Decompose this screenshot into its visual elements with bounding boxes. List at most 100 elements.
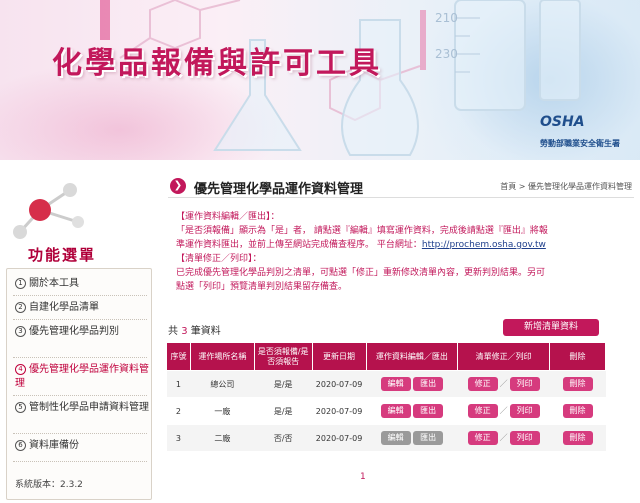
edit-button[interactable]: 編輯: [380, 377, 411, 391]
sidebar: 功能選單 1 關於本工具 2 自建化學品清單 3 優先管理化學品判別 4 優先管理化學品…: [0, 170, 158, 503]
export-button-disabled: 匯出: [413, 431, 444, 445]
print-button[interactable]: 列印: [509, 377, 540, 391]
menu-item-operation-data[interactable]: 4 優先管理化學品運作資料管理: [15, 363, 149, 391]
cell-site: 二廠: [190, 424, 255, 452]
instruction-text: 點選「列印」預覽清單判別結果留存備查。: [176, 282, 348, 292]
column-header: 刪除: [549, 342, 606, 371]
fix-button[interactable]: 修正: [467, 404, 498, 418]
cell-edit-export: 編輯 匯出: [366, 370, 458, 398]
edit-button[interactable]: 編輯: [380, 404, 411, 418]
version-label: 系統版本：2.3.2: [15, 480, 83, 490]
cell-delete: 刪除: [549, 397, 606, 425]
separator: ／: [499, 433, 508, 442]
menu-item-priority-identification[interactable]: 3 優先管理化學品判別: [15, 325, 149, 339]
print-button[interactable]: 列印: [509, 404, 540, 418]
menu-item-about[interactable]: 1 關於本工具: [15, 277, 149, 291]
delete-button[interactable]: 刪除: [562, 404, 593, 418]
count-value: 3: [181, 326, 188, 337]
fix-button[interactable]: 修正: [467, 431, 498, 445]
platform-link[interactable]: http://prochem.osha.gov.tw: [422, 240, 546, 250]
menu-title: 功能選單: [28, 246, 97, 264]
cell-site: 總公司: [190, 370, 255, 398]
cell-delete: 刪除: [549, 424, 606, 452]
table-row: 3 二廠 否/否 2020-07-09 編輯 匯出 修正／列印 刪除: [166, 424, 606, 452]
data-table: 序號 運作場所名稱 是否須報備/是否須報告 更新日期 運作資料編輯／匯出 清單修…: [166, 342, 606, 452]
menu-number-badge: 6: [15, 440, 26, 451]
count-suffix: 筆資料: [190, 326, 221, 337]
cell-fix-print: 修正／列印: [457, 397, 550, 425]
page-title: 優先管理化學品運作資料管理: [194, 182, 364, 197]
menu-panel: 1 關於本工具 2 自建化學品清單 3 優先管理化學品判別 4 優先管理化學品運作資料管…: [6, 268, 152, 500]
menu-item-label: 資料庫備份: [29, 440, 79, 451]
instruction-heading-fix: 【清單修正／列印】：: [176, 254, 262, 264]
cell-date: 2020-07-09: [312, 424, 366, 452]
instruction-text: 已完成優先管理化學品判別之清單，可點選「修正」重新修改清單內容，更新判別結果。另…: [176, 268, 546, 278]
cell-date: 2020-07-09: [312, 397, 366, 425]
table-header-row: 序號 運作場所名稱 是否須報備/是否須報告 更新日期 運作資料編輯／匯出 清單修…: [166, 342, 606, 371]
menu-item-backup[interactable]: 6 資料庫備份: [15, 439, 149, 453]
column-header: 更新日期: [311, 342, 367, 371]
cell-flag: 是/是: [254, 370, 313, 398]
cell-edit-export: 編輯 匯出: [366, 424, 458, 452]
app-title: 化學品報備與許可工具: [52, 46, 382, 81]
menu-divider: [13, 319, 147, 320]
menu-divider: [13, 461, 147, 462]
menu-item-label: 優先管理化學品判別: [29, 326, 119, 337]
molecule-icon: [13, 183, 84, 239]
table-row: 1 總公司 是/是 2020-07-09 編輯 匯出 修正／列印 刪除: [166, 370, 606, 398]
table-row: 2 一廠 是/是 2020-07-09 編輯 匯出 修正／列印 刪除: [166, 397, 606, 425]
cell-flag: 是/是: [254, 397, 313, 425]
menu-item-label: 關於本工具: [29, 278, 79, 289]
menu-item-label: 管制性化學品申請資料管理: [29, 402, 149, 413]
menu-item-label: 優先管理化學品運作資料管理: [15, 364, 149, 389]
fix-button[interactable]: 修正: [467, 377, 498, 391]
column-header: 是否須報備/是否須報告: [253, 342, 313, 371]
count-prefix: 共: [168, 326, 178, 337]
column-header: 序號: [166, 342, 191, 371]
export-button[interactable]: 匯出: [413, 377, 444, 391]
column-header: 清單修正／列印: [457, 342, 551, 371]
agency-name: 勞動部職業安全衛生署: [540, 139, 620, 148]
edit-button-disabled: 編輯: [380, 431, 411, 445]
column-header: 運作資料編輯／匯出: [365, 342, 459, 371]
osha-logo[interactable]: OSHA 勞動部職業安全衛生署: [510, 110, 620, 160]
osha-logo-mark: OSHA: [540, 114, 585, 130]
menu-number-badge: 5: [15, 402, 26, 413]
instruction-text: 準運作資料匯出，並前上傳至網站完成備查程序。 平台網址：http://proch…: [176, 238, 634, 252]
cell-delete: 刪除: [549, 370, 606, 398]
separator: ／: [499, 379, 508, 388]
cell-fix-print: 修正／列印: [457, 424, 550, 452]
menu-divider: [13, 433, 147, 434]
menu-number-badge: 3: [15, 326, 26, 337]
separator: ／: [499, 406, 508, 415]
column-header: 運作場所名稱: [189, 342, 255, 371]
cell-date: 2020-07-09: [312, 370, 366, 398]
instruction-text: 「是否須報備」顯示為「是」者， 請點選『編輯』填寫運作資料，完成後請點選『匯出』…: [176, 226, 548, 236]
cell-edit-export: 編輯 匯出: [366, 397, 458, 425]
add-list-button[interactable]: 新增清單資料: [503, 319, 599, 336]
page-header: ❯ 優先管理化學品運作資料管理 首頁 > 優先管理化學品運作資料管理: [168, 176, 634, 198]
instruction-heading-edit: 【運作資料編輯／匯出】：: [176, 212, 280, 222]
instruction-text: 準運作資料匯出，並前上傳至網站完成備查程序。 平台網址：: [176, 240, 422, 250]
cell-fix-print: 修正／列印: [457, 370, 550, 398]
menu-item-label: 自建化學品清單: [29, 302, 99, 313]
menu-divider: [13, 395, 147, 396]
record-count: 共 3 筆資料: [168, 322, 221, 337]
export-button[interactable]: 匯出: [413, 404, 444, 418]
print-button[interactable]: 列印: [509, 431, 540, 445]
menu-number-badge: 2: [15, 302, 26, 313]
menu-item-custom-list[interactable]: 2 自建化學品清單: [15, 301, 149, 315]
beaker-mark-210: 210: [435, 11, 458, 25]
cell-seq: 2: [166, 397, 191, 425]
instructions: 【運作資料編輯／匯出】： 「是否須報備」顯示為「是」者， 請點選『編輯』填寫運作…: [176, 210, 634, 294]
menu-number-badge: 4: [15, 364, 26, 375]
cell-seq: 3: [166, 424, 191, 452]
delete-button[interactable]: 刪除: [562, 377, 593, 391]
beaker-mark-230: 230: [435, 47, 458, 61]
pagination-current-page[interactable]: 1: [360, 472, 366, 482]
delete-button[interactable]: 刪除: [562, 431, 593, 445]
menu-item-controlled-application[interactable]: 5 管制性化學品申請資料管理: [15, 401, 149, 415]
menu-number-badge: 1: [15, 278, 26, 289]
cell-flag: 否/否: [254, 424, 313, 452]
breadcrumb[interactable]: 首頁 > 優先管理化學品運作資料管理: [500, 181, 632, 192]
